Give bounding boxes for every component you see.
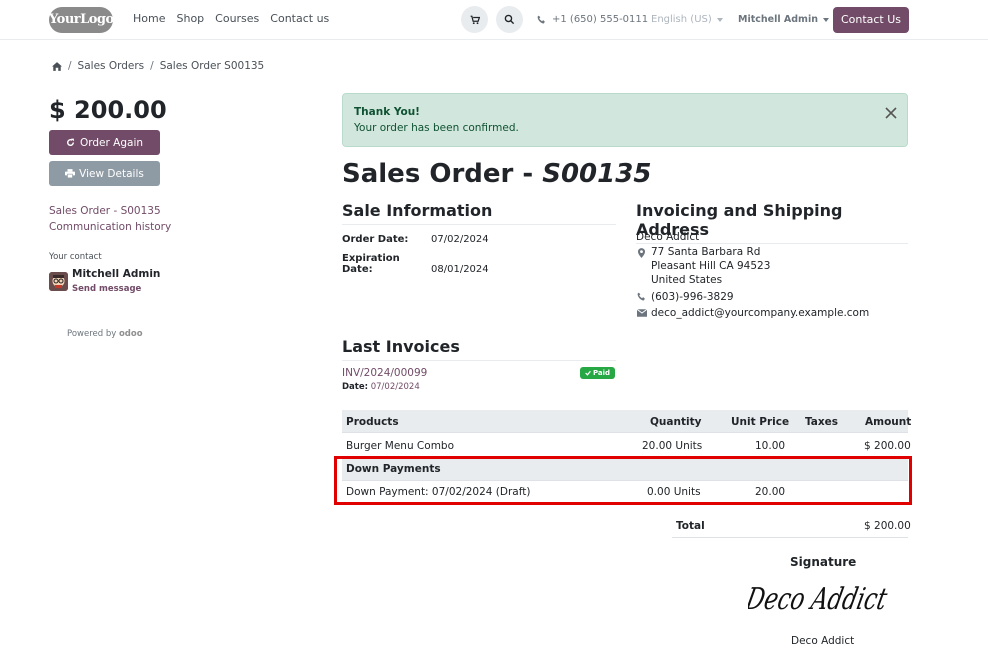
breadcrumb: / Sales Orders / Sales Order S00135 (52, 60, 264, 72)
order-again-button[interactable]: Order Again (49, 130, 160, 155)
close-icon[interactable] (884, 106, 898, 120)
customer-phone: (603)-996-3829 (651, 291, 734, 303)
alert-title: Thank You! (354, 106, 420, 118)
address-line-2: Pleasant Hill CA 94523 (651, 260, 771, 272)
address-line-3: United States (651, 274, 723, 286)
user-menu[interactable]: Mitchell Admin (738, 14, 829, 25)
paid-badge-label: Paid (592, 369, 611, 377)
refresh-icon (67, 138, 74, 146)
highlight-box (334, 456, 912, 505)
company-logo[interactable]: YourLogo (49, 7, 114, 33)
order-date-row: Order Date: 07/02/2024 (342, 234, 489, 245)
chevron-down-icon (716, 17, 723, 22)
invoice-link[interactable]: INV/2024/00099 (342, 367, 427, 379)
phone-icon (537, 15, 545, 24)
powered-by-label: Powered by (67, 329, 117, 339)
row-unit-price: 10.00 (755, 440, 786, 452)
nav-home[interactable]: Home (133, 12, 165, 25)
phone-icon (637, 292, 645, 301)
check-icon (585, 370, 591, 376)
order-amount: $ 200.00 (49, 96, 167, 124)
col-unit-price: Unit Price (731, 416, 790, 428)
chevron-down-icon (822, 17, 829, 22)
cart-button[interactable] (461, 6, 488, 33)
language-label: English (US) (651, 14, 712, 25)
expiration-date-value: 08/01/2024 (431, 264, 489, 275)
signature-image: Deco Addict (748, 582, 891, 617)
language-selector[interactable]: English (US) (651, 14, 723, 25)
powered-by: Powered by odoo (67, 329, 143, 339)
last-invoices-heading: Last Invoices (342, 337, 616, 361)
map-marker-icon (638, 248, 645, 258)
print-icon (65, 169, 76, 178)
view-details-label: View Details (79, 167, 144, 180)
address-line-1: 77 Santa Barbara Rd (651, 246, 761, 258)
signature-label: Signature (790, 555, 857, 569)
paid-badge: Paid (580, 367, 615, 379)
top-navbar: YourLogo Home Shop Courses Contact us +1… (0, 0, 988, 40)
contact-avatar (49, 272, 68, 291)
confirmation-alert: Thank You! Your order has been confirmed… (342, 93, 908, 147)
cart-icon (470, 15, 480, 24)
phone-number: +1 (650) 555-0111 (552, 14, 649, 25)
your-contact-label: Your contact (49, 252, 102, 262)
main-nav: Home Shop Courses Contact us (133, 12, 329, 25)
title-prefix: Sales Order - (342, 159, 543, 189)
view-details-button[interactable]: View Details (49, 161, 160, 186)
col-taxes: Taxes (805, 416, 839, 428)
row-amount: $ 200.00 (864, 440, 911, 452)
breadcrumb-separator: / (68, 60, 72, 72)
envelope-icon (637, 309, 647, 317)
send-message-link[interactable]: Send message (72, 284, 141, 294)
sale-information-heading: Sale Information (342, 201, 616, 225)
nav-shop[interactable]: Shop (176, 12, 204, 25)
customer-email[interactable]: deco_addict@yourcompany.example.com (651, 307, 869, 319)
page-title: Sales Order - S00135 (342, 159, 651, 189)
row-product: Burger Menu Combo (346, 440, 455, 452)
user-name: Mitchell Admin (738, 14, 818, 25)
search-button[interactable] (496, 6, 523, 33)
order-number: S00135 (542, 159, 652, 189)
phone-link[interactable]: +1 (650) 555-0111 (537, 14, 648, 25)
breadcrumb-separator: / (150, 60, 154, 72)
col-products: Products (346, 416, 399, 428)
avatar-icon (49, 272, 68, 291)
odoo-logo[interactable]: odoo (119, 329, 143, 339)
home-icon[interactable] (52, 61, 62, 71)
col-quantity: Quantity (650, 416, 702, 428)
nav-contact-us[interactable]: Contact us (270, 12, 329, 25)
search-icon (504, 14, 515, 25)
invoice-date-label: Date: (342, 382, 369, 392)
total-value: $ 200.00 (864, 520, 911, 532)
breadcrumb-sales-orders[interactable]: Sales Orders (78, 60, 145, 72)
contact-name: Mitchell Admin (72, 268, 161, 280)
total-divider (672, 537, 908, 538)
expiration-date-row: Expiration Date: 08/01/2024 (342, 253, 489, 275)
svg-text:Deco Addict: Deco Addict (748, 582, 891, 617)
customer-name: Deco Addict (636, 231, 700, 243)
nav-courses[interactable]: Courses (215, 12, 259, 25)
invoice-date-value: 07/02/2024 (370, 382, 420, 392)
invoice-date: Date: 07/02/2024 (342, 382, 420, 392)
order-again-label: Order Again (79, 136, 144, 149)
signer-name: Deco Addict (791, 635, 855, 647)
alert-message: Your order has been confirmed. (354, 122, 519, 134)
order-date-value: 07/02/2024 (431, 234, 489, 245)
order-date-label: Order Date: (342, 234, 409, 245)
contact-us-button[interactable]: Contact Us (833, 7, 909, 33)
breadcrumb-current: Sales Order S00135 (159, 60, 265, 72)
sales-order-link[interactable]: Sales Order - S00135 (49, 205, 161, 217)
communication-history-link[interactable]: Communication history (49, 221, 171, 233)
col-amount: Amount (865, 416, 912, 428)
total-label: Total (676, 520, 705, 532)
row-quantity: 20.00 Units (642, 440, 703, 452)
expiration-date-label: Expiration Date: (342, 253, 400, 275)
